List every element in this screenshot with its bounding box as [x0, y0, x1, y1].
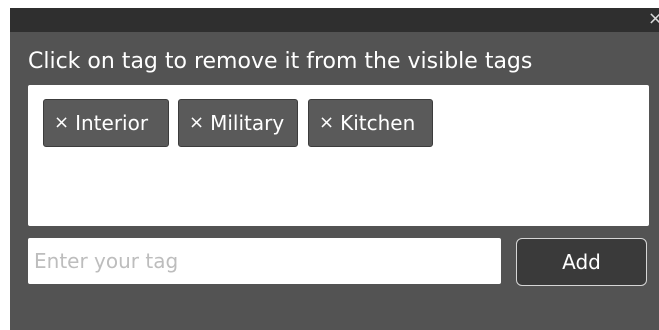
tag-kitchen[interactable]: × Kitchen: [308, 99, 433, 147]
dialog-titlebar: ×: [10, 8, 659, 32]
tag-list: × Interior × Military × Kitchen: [28, 85, 649, 226]
tag-label: Interior: [75, 111, 149, 135]
tag-military[interactable]: × Military: [178, 99, 298, 147]
page: × Click on tag to remove it from the vis…: [0, 0, 659, 330]
tag-interior[interactable]: × Interior: [43, 99, 169, 147]
instruction-text: Click on tag to remove it from the visib…: [28, 49, 533, 74]
remove-icon: ×: [189, 112, 205, 133]
remove-icon: ×: [54, 112, 70, 133]
close-icon[interactable]: ×: [648, 9, 659, 29]
remove-icon: ×: [319, 112, 335, 133]
tag-label: Kitchen: [340, 111, 416, 135]
add-button[interactable]: Add: [516, 238, 647, 286]
tag-dialog: × Click on tag to remove it from the vis…: [10, 8, 659, 330]
tag-input[interactable]: [28, 238, 501, 284]
tag-label: Military: [210, 111, 285, 135]
